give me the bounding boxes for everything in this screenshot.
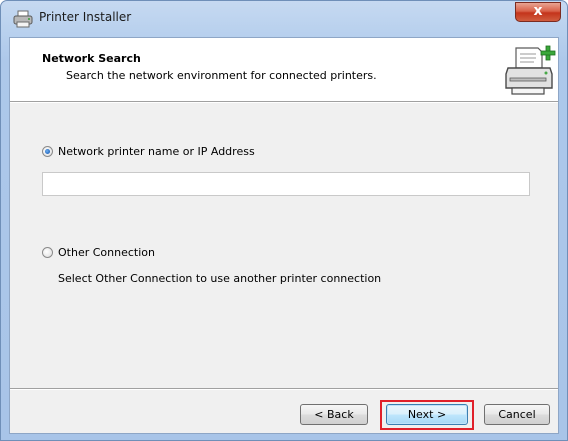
close-button[interactable]: x [515,2,561,22]
next-button[interactable]: Next > [386,404,468,425]
wizard-header: Network Search Search the network enviro… [10,38,558,102]
title-bar[interactable]: Printer Installer x [1,1,567,37]
printer-add-icon [505,45,556,95]
other-connection-radio[interactable] [42,247,53,258]
cancel-button[interactable]: Cancel [484,404,550,425]
header-divider [10,102,558,103]
other-connection-description: Select Other Connection to use another p… [58,272,382,285]
back-button[interactable]: < Back [300,404,368,425]
network-printer-label: Network printer name or IP Address [58,145,255,158]
footer-divider [10,388,558,390]
window-title: Printer Installer [39,10,132,24]
printer-address-input[interactable] [42,172,530,196]
other-connection-option[interactable]: Other Connection [42,246,155,259]
network-printer-option[interactable]: Network printer name or IP Address [42,145,255,158]
printer-installer-window: Printer Installer x Network Search Searc… [0,0,568,441]
network-printer-radio[interactable] [42,146,53,157]
dialog-body: Network Search Search the network enviro… [9,37,559,434]
printer-app-icon [13,10,33,28]
other-connection-label: Other Connection [58,246,155,259]
page-subtitle: Search the network environment for conne… [66,69,377,82]
page-title: Network Search [42,52,141,65]
